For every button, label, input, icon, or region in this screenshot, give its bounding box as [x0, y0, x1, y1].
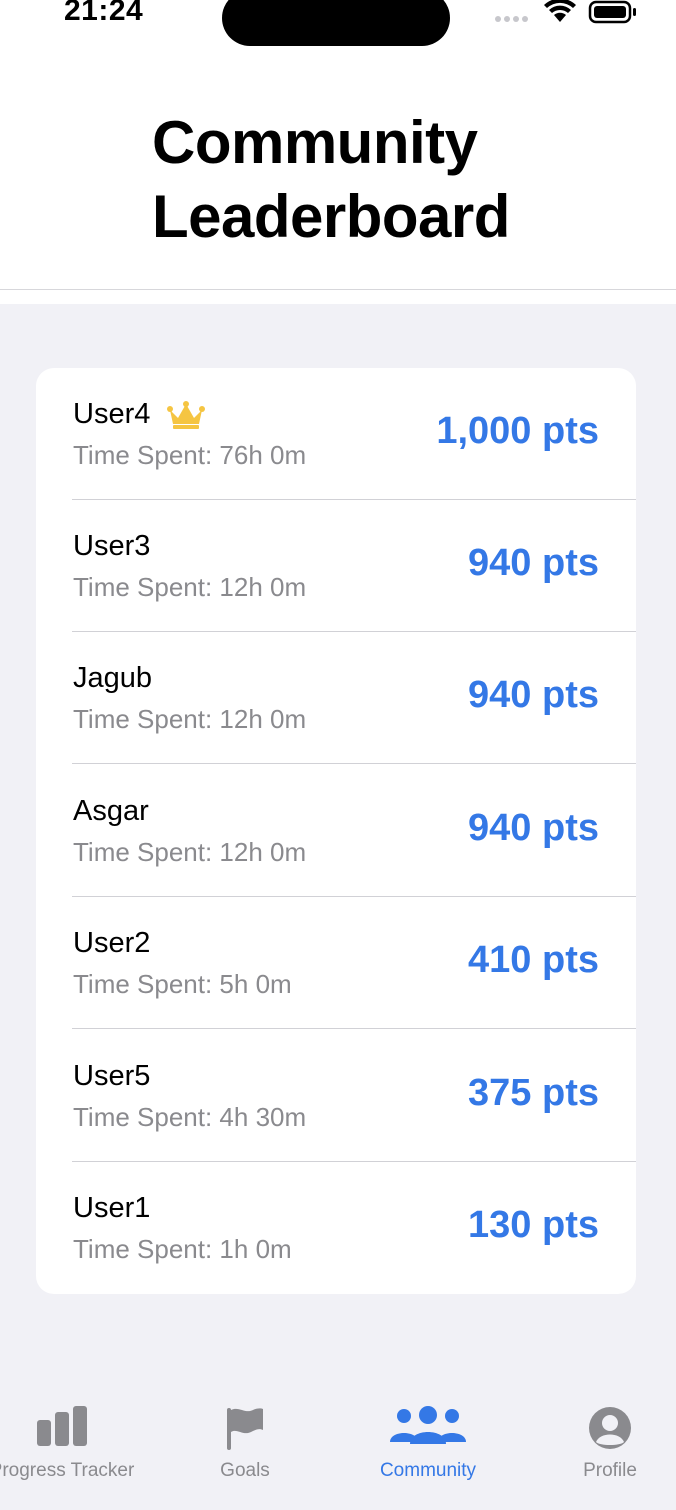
- leaderboard-row[interactable]: User4 Time Spent: 76h 0m 1,000 pts: [36, 368, 636, 500]
- tab-label: Progress Tracker: [0, 1460, 135, 1481]
- points: 375 pts: [468, 1072, 599, 1114]
- tab-label: Goals: [220, 1460, 270, 1481]
- time-spent: Time Spent: 1h 0m: [73, 1234, 292, 1264]
- time-spent: Time Spent: 12h 0m: [73, 837, 307, 867]
- time-spent: Time Spent: 5h 0m: [73, 969, 292, 999]
- leaderboard-card: User4 Time Spent: 76h 0m 1,000 pts User3…: [36, 368, 636, 1294]
- tab-community[interactable]: Community: [343, 1390, 513, 1490]
- leaderboard-row[interactable]: Asgar Time Spent: 12h 0m 940 pts: [36, 765, 636, 897]
- wifi-icon: [544, 0, 576, 22]
- status-icons: [494, 0, 644, 26]
- leaderboard-row[interactable]: User3 Time Spent: 12h 0m 940 pts: [36, 500, 636, 632]
- tab-bar: Progress Tracker Goals Community Profile: [0, 1390, 676, 1510]
- leaderboard-row[interactable]: User5 Time Spent: 4h 30m 375 pts: [36, 1030, 636, 1162]
- status-time: 21:24: [64, 0, 144, 27]
- tab-goals[interactable]: Goals: [160, 1390, 330, 1490]
- time-spent: Time Spent: 12h 0m: [73, 572, 307, 602]
- page-title: Community Leaderboard: [152, 109, 510, 250]
- leaderboard-row[interactable]: User1 Time Spent: 1h 0m 130 pts: [36, 1162, 636, 1294]
- points: 940 pts: [468, 807, 599, 849]
- tab-progress-tracker[interactable]: Progress Tracker: [0, 1390, 147, 1490]
- person-circle-icon: [588, 1406, 632, 1455]
- time-spent: Time Spent: 4h 30m: [73, 1102, 307, 1132]
- user-name: User5: [73, 1060, 151, 1092]
- crown-icon: [166, 400, 206, 430]
- bar-chart-icon: [35, 1406, 89, 1451]
- header-gap: [0, 290, 676, 304]
- user-name: User2: [73, 927, 151, 959]
- points: 940 pts: [468, 542, 599, 584]
- user-name: User4: [73, 398, 151, 430]
- row-divider: [72, 763, 636, 764]
- user-name-wrap: User4: [73, 398, 206, 431]
- people-icon: [388, 1406, 468, 1451]
- signal-wifi-battery-icons: [495, 0, 636, 24]
- leaderboard-row[interactable]: User2 Time Spent: 5h 0m 410 pts: [36, 897, 636, 1029]
- time-spent: Time Spent: 76h 0m: [73, 440, 307, 470]
- tab-profile[interactable]: Profile: [525, 1390, 676, 1490]
- battery-icon: [588, 0, 636, 24]
- tab-label: Community: [379, 1460, 477, 1481]
- leaderboard-row[interactable]: Jagub Time Spent: 12h 0m 940 pts: [36, 632, 636, 764]
- points: 410 pts: [468, 939, 599, 981]
- row-divider: [72, 1028, 636, 1029]
- points: 130 pts: [468, 1204, 599, 1246]
- signal-icon: [495, 16, 528, 22]
- flag-icon: [223, 1406, 267, 1455]
- user-name: Asgar: [73, 795, 149, 827]
- time-spent: Time Spent: 12h 0m: [73, 704, 307, 734]
- status-bar: 21:24: [0, 0, 676, 60]
- user-name: Jagub: [73, 662, 153, 694]
- points: 940 pts: [468, 674, 599, 716]
- tab-label: Profile: [583, 1460, 637, 1481]
- user-name: User1: [73, 1192, 151, 1224]
- dynamic-island: [222, 0, 450, 46]
- points: 1,000 pts: [436, 410, 599, 452]
- user-name: User3: [73, 530, 151, 562]
